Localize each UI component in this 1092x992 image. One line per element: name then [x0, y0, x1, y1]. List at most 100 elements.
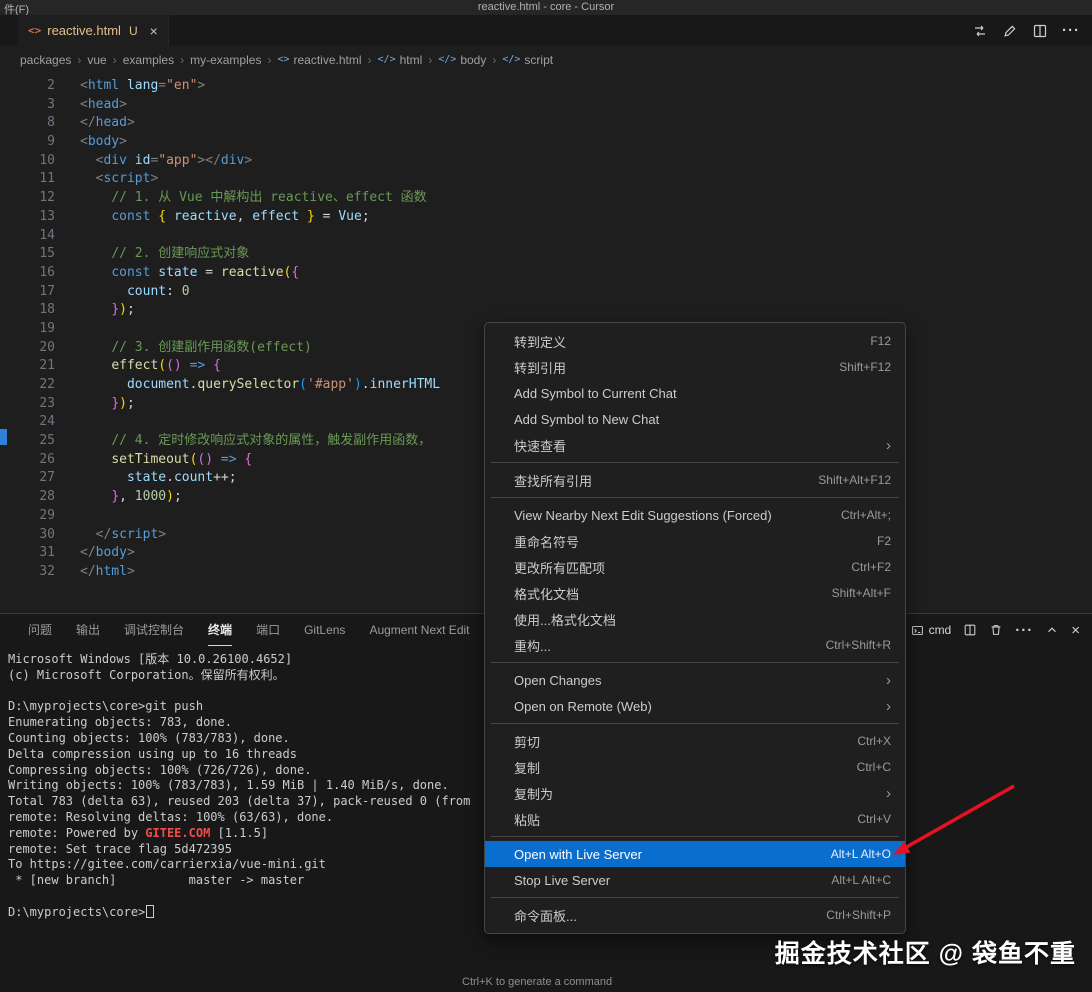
close-panel-icon[interactable]: ×: [1071, 622, 1080, 639]
code-line[interactable]: 18 });: [0, 301, 1092, 320]
terminal-instance-cmd[interactable]: cmd: [911, 623, 952, 637]
more-actions-icon[interactable]: ···: [1015, 622, 1033, 639]
code-text: document.querySelector('#app').innerHTML: [80, 376, 440, 395]
code-line[interactable]: 15 // 2. 创建响应式对象: [0, 245, 1092, 264]
menu-separator: [491, 497, 899, 498]
panel-tab-ports[interactable]: 端口: [256, 614, 280, 646]
breadcrumb-item-reactive-html[interactable]: <>reactive.html: [277, 53, 361, 67]
menu-item-open-on-remote-web[interactable]: Open on Remote (Web)›: [485, 693, 905, 719]
panel-tab-debug-console[interactable]: 调试控制台: [124, 614, 184, 646]
code-text: </head>: [80, 114, 135, 133]
menu-item-rename-symbol[interactable]: 重命名符号F2: [485, 528, 905, 554]
more-actions-icon[interactable]: ···: [1062, 22, 1080, 39]
line-number: 28: [0, 488, 55, 507]
code-line[interactable]: 10 <div id="app"></div>: [0, 152, 1092, 171]
menu-item-open-changes[interactable]: Open Changes›: [485, 667, 905, 693]
code-text: <body>: [80, 133, 127, 152]
menu-item-open-with-live-server[interactable]: Open with Live ServerAlt+L Alt+O: [485, 841, 905, 867]
menu-item-find-all-references[interactable]: 查找所有引用Shift+Alt+F12: [485, 467, 905, 493]
code-line[interactable]: 9<body>: [0, 133, 1092, 152]
menu-item-peek[interactable]: 快速查看›: [485, 432, 905, 458]
code-text: setTimeout(() => {: [80, 451, 252, 470]
line-number: 29: [0, 507, 55, 526]
breadcrumb-item-my-examples[interactable]: my-examples: [190, 53, 261, 67]
code-text: <html lang="en">: [80, 77, 205, 96]
menu-item-copy-as[interactable]: 复制为›: [485, 780, 905, 806]
tab-reactive-html[interactable]: <> reactive.html U ×: [18, 15, 169, 46]
code-line[interactable]: 3<head>: [0, 96, 1092, 115]
line-number: 30: [0, 526, 55, 545]
code-text: const { reactive, effect } = Vue;: [80, 208, 370, 227]
submenu-arrow-icon: ›: [886, 673, 891, 688]
panel-tab-output[interactable]: 输出: [76, 614, 100, 646]
breadcrumb-item-examples[interactable]: examples: [123, 53, 174, 67]
code-line[interactable]: 14: [0, 227, 1092, 246]
panel-tab-problems[interactable]: 问题: [28, 614, 52, 646]
code-line[interactable]: 17 count: 0: [0, 283, 1092, 302]
split-terminal-icon[interactable]: [963, 623, 977, 637]
panel-tab-gitlens[interactable]: GitLens: [304, 614, 345, 646]
line-number: 10: [0, 152, 55, 171]
line-number: 3: [0, 96, 55, 115]
menu-item-add-symbol-to-new-chat[interactable]: Add Symbol to New Chat: [485, 406, 905, 432]
chevron-right-icon: ›: [267, 53, 271, 67]
menu-item-go-to-definition[interactable]: 转到定义F12: [485, 328, 905, 354]
submenu-arrow-icon: ›: [886, 438, 891, 453]
breadcrumb-item-packages[interactable]: packages: [20, 53, 71, 67]
line-number: 22: [0, 376, 55, 395]
code-text: </script>: [80, 526, 166, 545]
maximize-panel-icon[interactable]: [1045, 623, 1059, 637]
breadcrumb-item-script[interactable]: </>script: [502, 53, 553, 67]
editor-actions: ···: [972, 15, 1080, 46]
edit-icon[interactable]: [1002, 23, 1018, 39]
breadcrumb-item-html[interactable]: </>html: [378, 53, 423, 67]
chevron-right-icon: ›: [77, 53, 81, 67]
line-number: 19: [0, 320, 55, 339]
menu-item-go-to-references[interactable]: 转到引用Shift+F12: [485, 354, 905, 380]
breadcrumb-item-body[interactable]: </>body: [438, 53, 486, 67]
menu-item-refactor[interactable]: 重构...Ctrl+Shift+R: [485, 632, 905, 658]
menu-item-change-all-occurrences[interactable]: 更改所有匹配项Ctrl+F2: [485, 554, 905, 580]
panel-tab-augment-next-edit[interactable]: Augment Next Edit: [369, 614, 469, 646]
menu-item-view-nearby-next-edit-suggestions[interactable]: View Nearby Next Edit Suggestions (Force…: [485, 502, 905, 528]
split-editor-icon[interactable]: [1032, 23, 1048, 39]
code-text: <div id="app"></div>: [80, 152, 252, 171]
menu-item-format-document-with[interactable]: 使用...格式化文档: [485, 606, 905, 632]
line-number: 32: [0, 563, 55, 582]
menu-item-format-document[interactable]: 格式化文档Shift+Alt+F: [485, 580, 905, 606]
menu-item-paste[interactable]: 粘贴Ctrl+V: [485, 806, 905, 832]
line-number: 8: [0, 114, 55, 133]
breadcrumb-item-vue[interactable]: vue: [87, 53, 106, 67]
code-line[interactable]: 2 <html lang="en">: [0, 77, 1092, 96]
chevron-right-icon: ›: [180, 53, 184, 67]
menu-item-add-symbol-to-current-chat[interactable]: Add Symbol to Current Chat: [485, 380, 905, 406]
line-number: 2: [0, 77, 55, 96]
app-window: 件(F) reactive.html - core - Cursor <> re…: [0, 0, 1092, 992]
submenu-arrow-icon: ›: [886, 699, 891, 714]
menu-item-cut[interactable]: 剪切Ctrl+X: [485, 728, 905, 754]
panel-actions: cmd ··· ×: [885, 622, 1080, 639]
line-number: 26: [0, 451, 55, 470]
line-number: 20: [0, 339, 55, 358]
code-text: // 3. 创建副作用函数(effect): [80, 339, 312, 358]
menu-item-stop-live-server[interactable]: Stop Live ServerAlt+L Alt+C: [485, 867, 905, 893]
menu-item-copy[interactable]: 复制Ctrl+C: [485, 754, 905, 780]
code-line[interactable]: 13 const { reactive, effect } = Vue;: [0, 208, 1092, 227]
code-line[interactable]: 16 const state = reactive({: [0, 264, 1092, 283]
menu-item-command-palette[interactable]: 命令面板...Ctrl+Shift+P: [485, 902, 905, 928]
code-line[interactable]: 12 // 1. 从 Vue 中解构出 reactive、effect 函数: [0, 189, 1092, 208]
compare-changes-icon[interactable]: [972, 23, 988, 39]
panel-tab-terminal[interactable]: 终端: [208, 614, 232, 646]
code-text: </html>: [80, 563, 135, 582]
code-text: const state = reactive({: [80, 264, 299, 283]
code-text: state.count++;: [80, 469, 237, 488]
code-line[interactable]: 8 </head>: [0, 114, 1092, 133]
context-menu: 转到定义F12转到引用Shift+F12Add Symbol to Curren…: [484, 322, 906, 934]
close-tab-icon[interactable]: ×: [150, 23, 158, 39]
line-number: 18: [0, 301, 55, 320]
code-line[interactable]: 11 <script>: [0, 170, 1092, 189]
line-number: 12: [0, 189, 55, 208]
kill-terminal-icon[interactable]: [989, 623, 1003, 637]
panel-tabs: 问题输出调试控制台终端端口 GitLens Augment Next Edit: [0, 614, 470, 646]
code-text: count: 0: [80, 283, 190, 302]
